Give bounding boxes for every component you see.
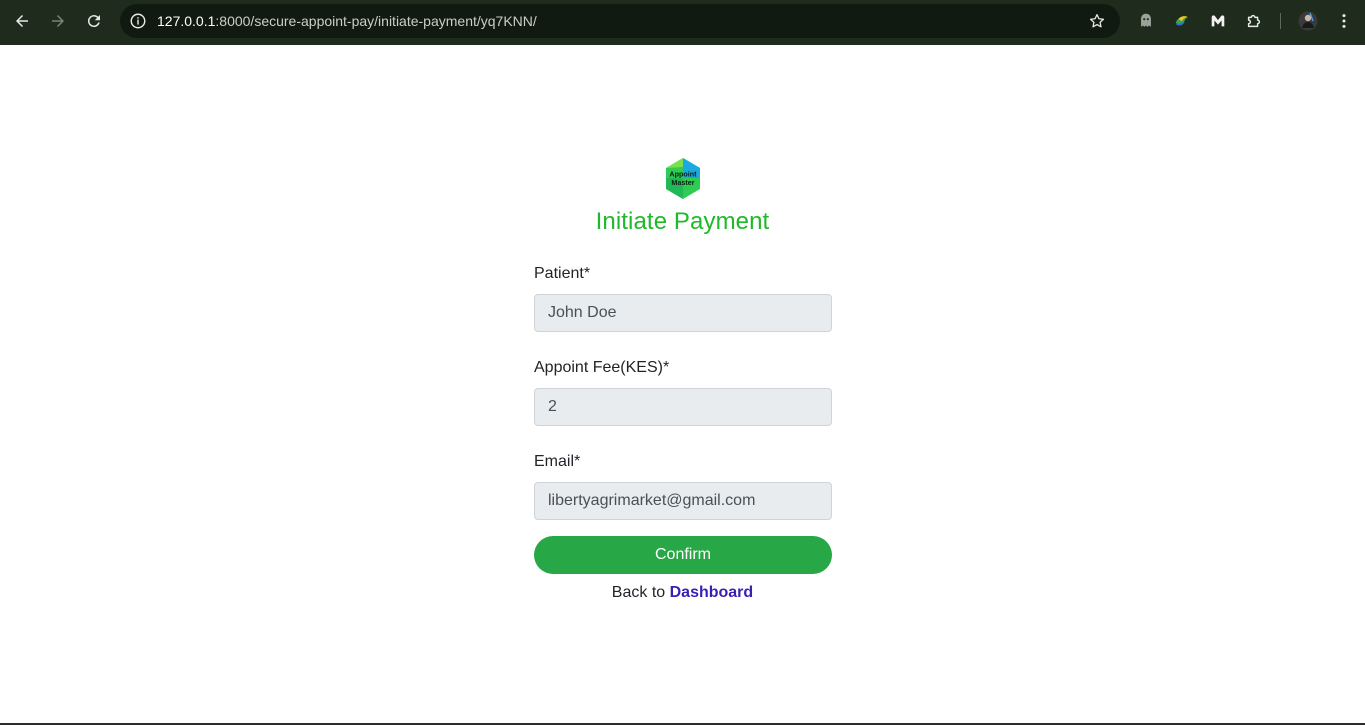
puzzle-extensions-icon[interactable]: [1244, 11, 1264, 31]
url-host: 127.0.0.1: [157, 13, 216, 29]
arrow-left-icon[interactable]: [10, 9, 34, 33]
url-path: :8000/secure-appoint-pay/initiate-paymen…: [215, 13, 537, 29]
arrow-right-icon[interactable]: [46, 9, 70, 33]
dashboard-link[interactable]: Dashboard: [670, 584, 754, 601]
logo-text-line2: Master: [671, 178, 694, 187]
back-to-dashboard: Back to Dashboard: [0, 584, 1365, 602]
patient-field[interactable]: [534, 294, 832, 332]
reload-icon[interactable]: [82, 9, 106, 33]
color-extension-icon[interactable]: [1172, 11, 1192, 31]
ghost-extension-icon[interactable]: [1136, 11, 1156, 31]
address-bar[interactable]: 127.0.0.1:8000/secure-appoint-pay/initia…: [120, 4, 1120, 38]
email-field[interactable]: [534, 482, 832, 520]
appoint-fee-label: Appoint Fee(KES)*: [534, 359, 670, 376]
malwarebytes-icon[interactable]: [1208, 11, 1228, 31]
page-title: Initiate Payment: [595, 208, 770, 235]
browser-toolbar: 127.0.0.1:8000/secure-appoint-pay/initia…: [0, 0, 1365, 45]
payment-form: Patient* Appoint Fee(KES)* Email* Confir…: [534, 262, 832, 574]
address-url[interactable]: 127.0.0.1:8000/secure-appoint-pay/initia…: [157, 13, 537, 29]
profile-avatar-icon[interactable]: [1298, 11, 1318, 31]
toolbar-divider: [1280, 13, 1281, 29]
back-text: Back to: [611, 584, 666, 601]
kebab-menu-icon[interactable]: [1334, 11, 1354, 31]
info-icon[interactable]: [128, 11, 148, 31]
star-icon[interactable]: [1088, 12, 1106, 30]
email-label: Email*: [534, 453, 581, 470]
appoint-master-logo: Appoint Master: [663, 157, 703, 200]
patient-label: Patient*: [534, 265, 591, 282]
appoint-fee-field[interactable]: [534, 388, 832, 426]
confirm-button[interactable]: Confirm: [534, 536, 832, 574]
